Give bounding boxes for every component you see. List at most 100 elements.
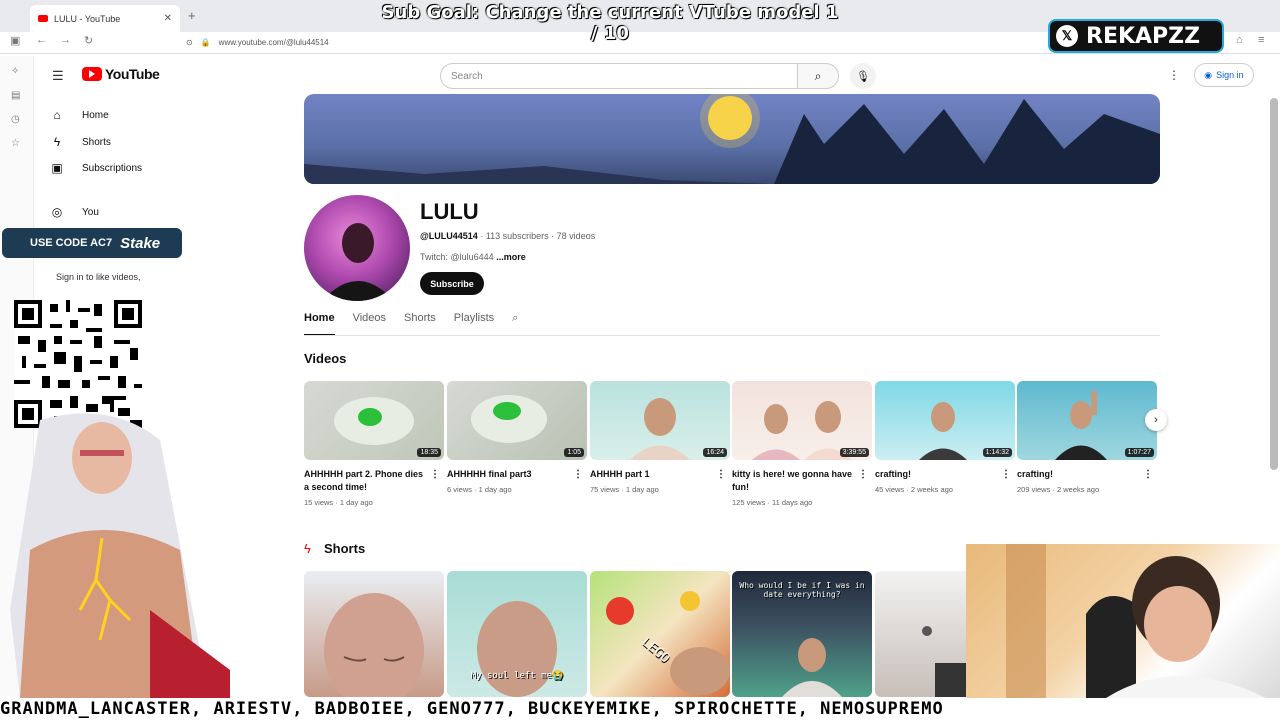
qr-code xyxy=(14,300,142,428)
youtube-play-icon xyxy=(82,67,102,81)
handle-name: REKAPZZ xyxy=(1086,23,1201,49)
tab-home[interactable]: Home xyxy=(304,312,335,336)
tab-divider xyxy=(304,335,1160,336)
bookmark-icon[interactable]: ☆ xyxy=(11,138,20,149)
sidebar-item-label: Subscriptions xyxy=(82,162,143,174)
video-card[interactable]: 16:24 AHHHH part 1 ⋮ 75 views · 1 day ago xyxy=(590,381,730,494)
history-icon[interactable]: ◷ xyxy=(11,114,20,125)
search-input[interactable]: Search xyxy=(440,63,798,89)
video-thumbnail[interactable]: 16:24 xyxy=(590,381,730,460)
video-thumbnail[interactable]: 1:05 xyxy=(447,381,587,460)
tab-playlists[interactable]: Playlists xyxy=(454,312,494,336)
sidebar-item-label: Shorts xyxy=(82,136,111,148)
video-thumbnail[interactable]: 18:35 xyxy=(304,381,444,460)
video-card[interactable]: 18:35 AHHHHH part 2. Phone dies a second… xyxy=(304,381,444,507)
url-text: www.youtube.com/@lulu44514 xyxy=(218,38,329,47)
hamburger-menu-icon[interactable]: ☰ xyxy=(52,68,64,84)
page-scrollbar[interactable] xyxy=(1270,98,1278,470)
more-options-icon[interactable]: ⋮ xyxy=(430,468,440,481)
youtube-favicon-icon xyxy=(38,15,48,22)
promo-banner: USE CODE AC7 Stake xyxy=(2,228,182,258)
promo-code: USE CODE AC7 xyxy=(30,237,113,249)
short-card[interactable] xyxy=(875,571,967,697)
x-logo-icon: 𝕏 xyxy=(1056,25,1078,47)
more-options-icon[interactable]: ⋮ xyxy=(1001,468,1011,481)
channel-stats: · 113 subscribers · 78 videos xyxy=(480,231,596,241)
more-options-icon[interactable]: ⋮ xyxy=(573,468,583,481)
tab-title: LULU - YouTube xyxy=(54,13,121,24)
home-icon: ⌂ xyxy=(53,108,61,122)
site-info-icon[interactable]: ⊙ xyxy=(186,38,193,47)
tab-videos[interactable]: Videos xyxy=(353,312,386,336)
short-card[interactable]: LEGO xyxy=(590,571,730,697)
video-card[interactable]: 1:14:32 crafting! ⋮ 45 views · 2 weeks ag… xyxy=(875,381,1015,494)
account-icon: ◉ xyxy=(1204,69,1213,80)
webcam-feed xyxy=(966,544,1280,698)
microphone-icon: 🎙 xyxy=(856,70,870,83)
short-card[interactable]: Who would I be if I was in date everythi… xyxy=(732,571,872,697)
short-card[interactable]: My soul left me😭 xyxy=(447,571,587,697)
more-options-icon[interactable]: ⋮ xyxy=(858,468,868,481)
video-title[interactable]: kitty is here! we gonna have fun! xyxy=(732,469,852,492)
close-tab-icon[interactable]: ✕ xyxy=(164,13,172,24)
channel-tabs: Home Videos Shorts Playlists ⌕ xyxy=(304,312,518,336)
video-thumbnail[interactable]: 1:14:32 xyxy=(875,381,1015,460)
sidebar-item-you[interactable]: ◎ You xyxy=(50,199,99,225)
youtube-logo[interactable]: YouTube xyxy=(82,66,160,82)
subscribe-button[interactable]: Subscribe xyxy=(420,272,484,295)
sidebar-item-home[interactable]: ⌂ Home xyxy=(50,102,109,128)
video-meta: 125 views · 11 days ago xyxy=(732,498,813,507)
video-card[interactable]: 3:39:55 kitty is here! we gonna have fun… xyxy=(732,381,872,507)
video-duration: 1:07:27 xyxy=(1124,448,1154,457)
browser-tab[interactable]: LULU - YouTube ✕ xyxy=(30,5,180,32)
sign-in-note: Sign in to like videos, xyxy=(56,272,141,282)
channel-search-icon[interactable]: ⌕ xyxy=(512,312,518,336)
channel-name: LULU xyxy=(420,199,479,224)
browser-menu-icon[interactable]: ≡ xyxy=(1258,34,1264,46)
shorts-icon: ϟ xyxy=(53,135,61,149)
video-title[interactable]: AHHHHH part 2. Phone dies a second time! xyxy=(304,469,423,492)
more-options-icon[interactable]: ⋮ xyxy=(1143,468,1153,481)
video-title[interactable]: crafting! xyxy=(1017,469,1053,479)
sidebar-item-label: Home xyxy=(82,109,109,121)
short-card[interactable] xyxy=(304,571,444,697)
channel-banner xyxy=(304,94,1160,184)
sidebar-item-shorts[interactable]: ϟ Shorts xyxy=(50,129,111,155)
subscriptions-icon: ▣ xyxy=(51,161,63,175)
channel-avatar[interactable] xyxy=(304,195,410,301)
video-meta: 209 views · 2 weeks ago xyxy=(1017,485,1100,494)
carousel-next-button[interactable]: › xyxy=(1145,409,1167,431)
video-thumbnail[interactable]: 3:39:55 xyxy=(732,381,872,460)
description-text: Twitch: @lulu6444 xyxy=(420,252,494,262)
more-link[interactable]: ...more xyxy=(496,252,526,262)
video-card[interactable]: 1:07:27 crafting! ⋮ 209 views · 2 weeks a… xyxy=(1017,381,1157,494)
settings-more-icon[interactable]: ⋮ xyxy=(1168,68,1180,82)
voice-search-button[interactable]: 🎙 xyxy=(850,63,876,89)
new-tab-icon[interactable]: + xyxy=(188,8,196,23)
sidebar-item-subscriptions[interactable]: ▣ Subscriptions xyxy=(50,155,142,181)
channel-meta: @LULU44514 · 113 subscribers · 78 videos xyxy=(420,231,595,241)
reading-icon[interactable]: ▤ xyxy=(11,90,20,101)
tab-shorts[interactable]: Shorts xyxy=(404,312,436,336)
supporters-ticker: GRANDMA_LANCASTER, ARIESTV, BADBOIEE, GE… xyxy=(0,698,1280,720)
reload-icon[interactable]: ↻ xyxy=(84,34,93,47)
video-title[interactable]: crafting! xyxy=(875,469,911,479)
video-thumbnail[interactable]: 1:07:27 xyxy=(1017,381,1157,460)
video-title[interactable]: AHHHHH final part3 xyxy=(447,469,532,479)
search-button[interactable]: ⌕ xyxy=(797,63,839,89)
more-options-icon[interactable]: ⋮ xyxy=(716,468,726,481)
search-icon: ⌕ xyxy=(814,68,822,83)
extensions-icon[interactable]: ⌂ xyxy=(1236,34,1243,46)
sidebar-toggle-icon[interactable]: ▣ xyxy=(10,34,20,47)
video-title[interactable]: AHHHH part 1 xyxy=(590,469,650,479)
channel-description[interactable]: Twitch: @lulu6444 ...more xyxy=(420,252,526,262)
video-meta: 75 views · 1 day ago xyxy=(590,485,659,494)
video-card[interactable]: 1:05 AHHHHH final part3 ⋮ 6 views · 1 day… xyxy=(447,381,587,494)
video-duration: 3:39:55 xyxy=(839,448,869,457)
shorts-logo-icon: ϟ xyxy=(304,541,311,556)
ai-icon[interactable]: ✧ xyxy=(11,66,19,77)
back-icon[interactable]: ← xyxy=(36,34,47,46)
sign-in-button[interactable]: ◉ Sign in xyxy=(1194,63,1254,87)
vtuber-avatar xyxy=(0,410,230,698)
forward-icon[interactable]: → xyxy=(60,34,71,46)
